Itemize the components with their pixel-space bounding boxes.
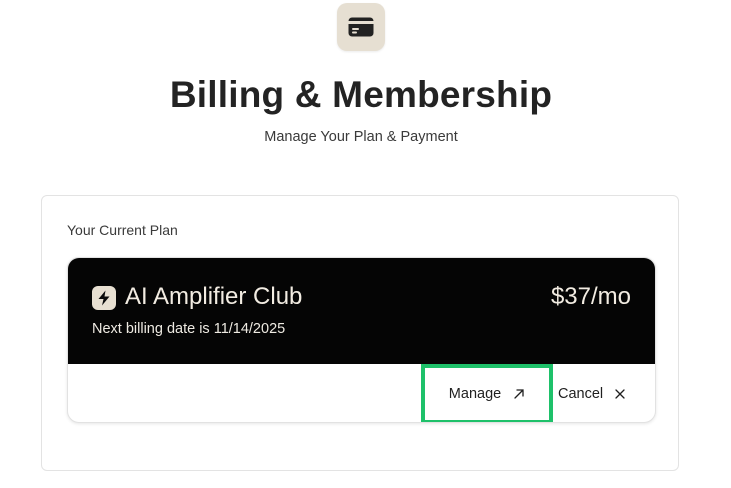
plan-price: $37/mo [550, 283, 631, 310]
manage-button[interactable]: Manage [421, 364, 553, 422]
plan-card-header: AI Amplifier Club $37/mo Next billing da… [68, 258, 655, 364]
close-icon [615, 389, 625, 399]
panel-heading: Your Current Plan [67, 222, 178, 238]
manage-button-label: Manage [448, 386, 502, 402]
page-title: Billing & Membership [169, 74, 553, 115]
billing-page: Billing & Membership Manage Your Plan & … [0, 0, 731, 488]
credit-card-icon [337, 3, 385, 51]
external-arrow-icon [513, 388, 525, 400]
plan-card: AI Amplifier Club $37/mo Next billing da… [67, 257, 656, 423]
cancel-button-label: Cancel [558, 386, 604, 402]
next-billing-date: Next billing date is 11/14/2025 [92, 321, 286, 337]
page-subtitle: Manage Your Plan & Payment [264, 129, 458, 145]
lightning-bolt-icon [92, 286, 116, 310]
cancel-button[interactable]: Cancel [558, 364, 625, 422]
plan-actions: Manage Cancel [68, 364, 655, 422]
plan-name: AI Amplifier Club [125, 283, 303, 310]
current-plan-panel: Your Current Plan AI Amplifier Club $37/… [41, 195, 679, 471]
